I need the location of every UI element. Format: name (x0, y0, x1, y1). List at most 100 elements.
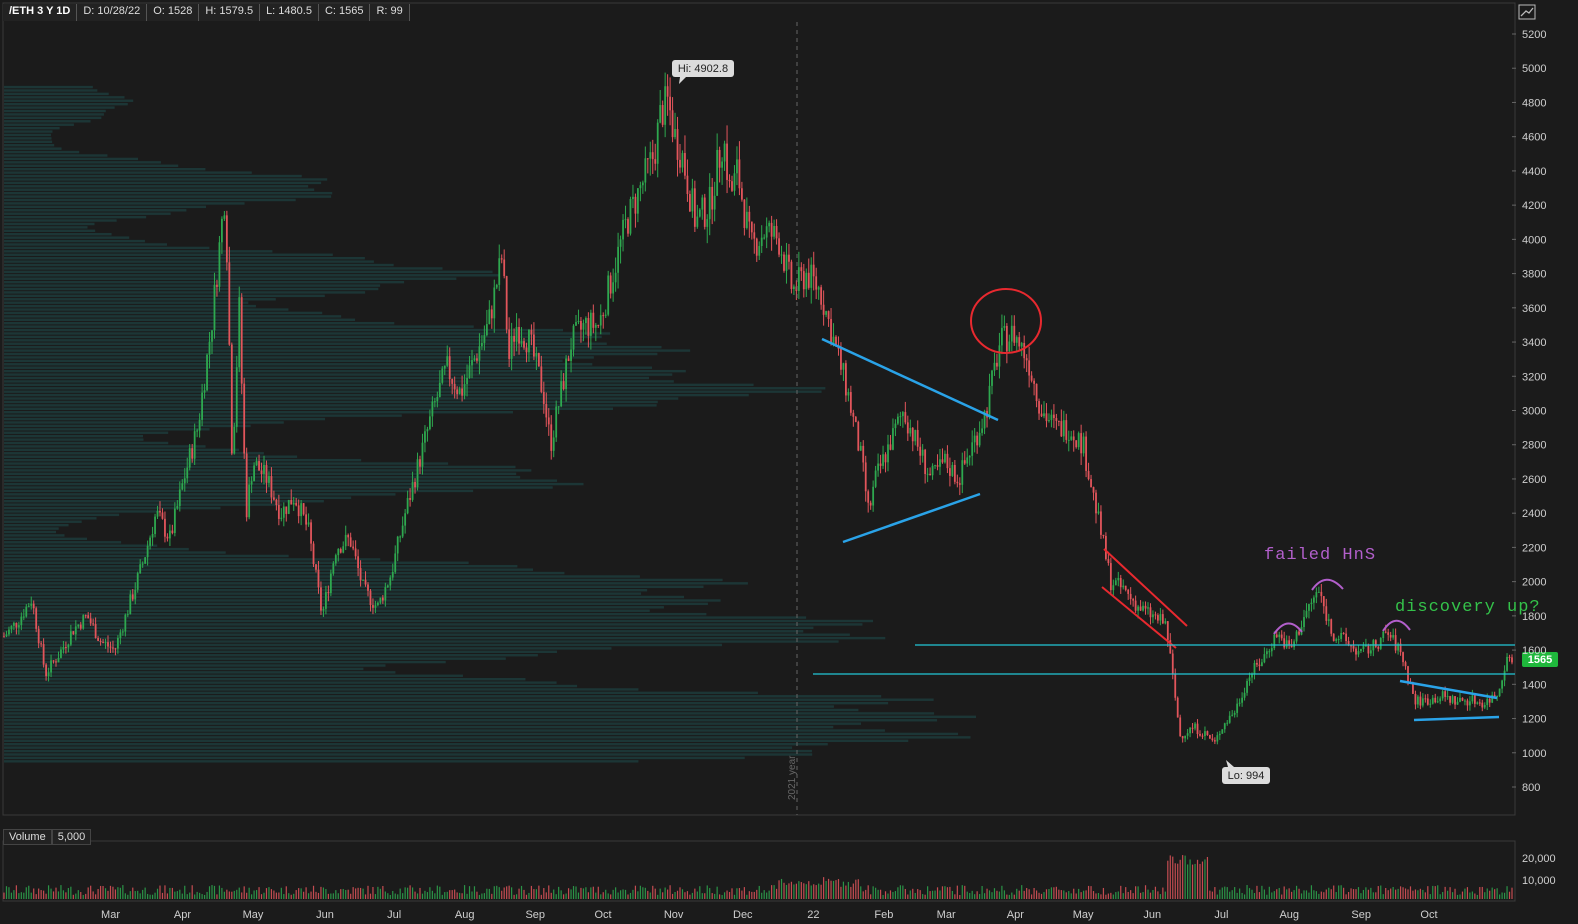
candle-body (914, 430, 917, 442)
volume-bar (1464, 888, 1466, 899)
candle-body (1179, 717, 1182, 737)
close-readout: C: 1565 (318, 4, 371, 21)
volume-bar (45, 893, 47, 899)
volume-bar (832, 880, 835, 899)
candle-body (644, 158, 647, 183)
candle-body (79, 624, 82, 629)
volume-bar (1370, 887, 1372, 899)
candle-body (785, 254, 788, 271)
candle-body (1392, 635, 1395, 638)
candle-body (131, 594, 134, 600)
volume-profile-bar (4, 304, 256, 308)
volume-profile-bar (4, 517, 97, 520)
candle-body (758, 246, 761, 256)
candle-body (589, 312, 592, 336)
volume-profile-bar (4, 229, 96, 233)
symbol-label[interactable]: /ETH 3 Y 1D (3, 4, 78, 21)
volume-bar (355, 888, 357, 899)
volume-profile-bar (4, 322, 395, 325)
candle-body (689, 193, 691, 212)
volume-bar (47, 885, 50, 899)
volume-bar (1261, 885, 1263, 899)
candle-body (899, 416, 902, 418)
volume-bar (389, 894, 391, 899)
volume-bar (1152, 890, 1154, 899)
chart-settings-icon[interactable] (1518, 4, 1536, 20)
volume-profile-bar (4, 407, 614, 410)
volume-bar (1484, 892, 1486, 899)
volume-bar (231, 891, 233, 899)
volume-bar (847, 881, 849, 899)
volume-profile-bar (4, 349, 691, 352)
candle-body (1508, 656, 1511, 658)
candle-body (619, 239, 622, 247)
volume-bar (1187, 864, 1189, 899)
candle-body (768, 222, 771, 227)
candle-body (461, 388, 463, 396)
volume-bar (1466, 887, 1469, 899)
volume-profile-bar (4, 106, 115, 109)
candle-body (151, 533, 154, 538)
volume-profile-bar (4, 462, 449, 465)
volume-bar (122, 885, 124, 899)
volume-bar (889, 890, 892, 899)
candle-body (726, 143, 728, 180)
volume-bar (523, 889, 525, 899)
volume-bar (785, 884, 788, 899)
volume-bar (1402, 887, 1404, 899)
candle-body (515, 326, 518, 342)
volume-bar (667, 889, 669, 899)
candle-body (260, 470, 263, 474)
volume-bar (119, 887, 121, 899)
volume-bar (766, 892, 768, 899)
candle-body (60, 649, 62, 658)
candle-body (1149, 607, 1152, 618)
volume-bar (1194, 863, 1196, 899)
volume-bar (657, 894, 659, 899)
volume-profile-bar (4, 654, 538, 657)
candle-body (949, 468, 951, 476)
candle-body (453, 383, 456, 390)
candle-body (1228, 715, 1231, 723)
volume-bar (426, 892, 429, 899)
candle-body (998, 345, 1001, 367)
candle-body (783, 254, 785, 271)
candle-body (1498, 688, 1501, 697)
volume-bar (659, 888, 661, 899)
volume-profile-bar (4, 558, 381, 561)
candle-body (594, 324, 597, 328)
candle-body (1008, 341, 1011, 352)
candle-body (1211, 738, 1214, 741)
candle-body (317, 569, 320, 588)
volume-bar (1231, 890, 1233, 899)
volume-bar (595, 892, 597, 899)
x-tick-label: Oct (1420, 909, 1437, 921)
candle-body (40, 643, 43, 645)
candle-body (1045, 413, 1048, 422)
volume-profile-bar (4, 301, 249, 304)
candle-body (889, 444, 892, 450)
candle-body (681, 153, 684, 168)
volume-profile-bar (4, 534, 65, 537)
volume-profile-bar (4, 376, 650, 380)
candle-body (597, 324, 600, 326)
volume-bar (981, 886, 983, 899)
candle-body (1303, 617, 1305, 628)
volume-bar (1189, 859, 1191, 899)
candle-body (1511, 657, 1513, 663)
candle-body (8, 629, 10, 635)
candle-body (364, 579, 367, 585)
candle-body (52, 660, 55, 662)
volume-profile-bar (4, 746, 793, 749)
candle-body (69, 631, 72, 645)
candle-body (248, 484, 251, 518)
volume-bar (265, 888, 268, 899)
volume-bar (582, 888, 585, 899)
candle-body (164, 518, 166, 537)
volume-profile-bar (4, 239, 145, 243)
candle-body (208, 341, 211, 355)
candle-body (411, 481, 414, 500)
volume-bar (8, 887, 10, 899)
volume-profile-bar (4, 736, 971, 739)
candle-body (1424, 698, 1427, 700)
